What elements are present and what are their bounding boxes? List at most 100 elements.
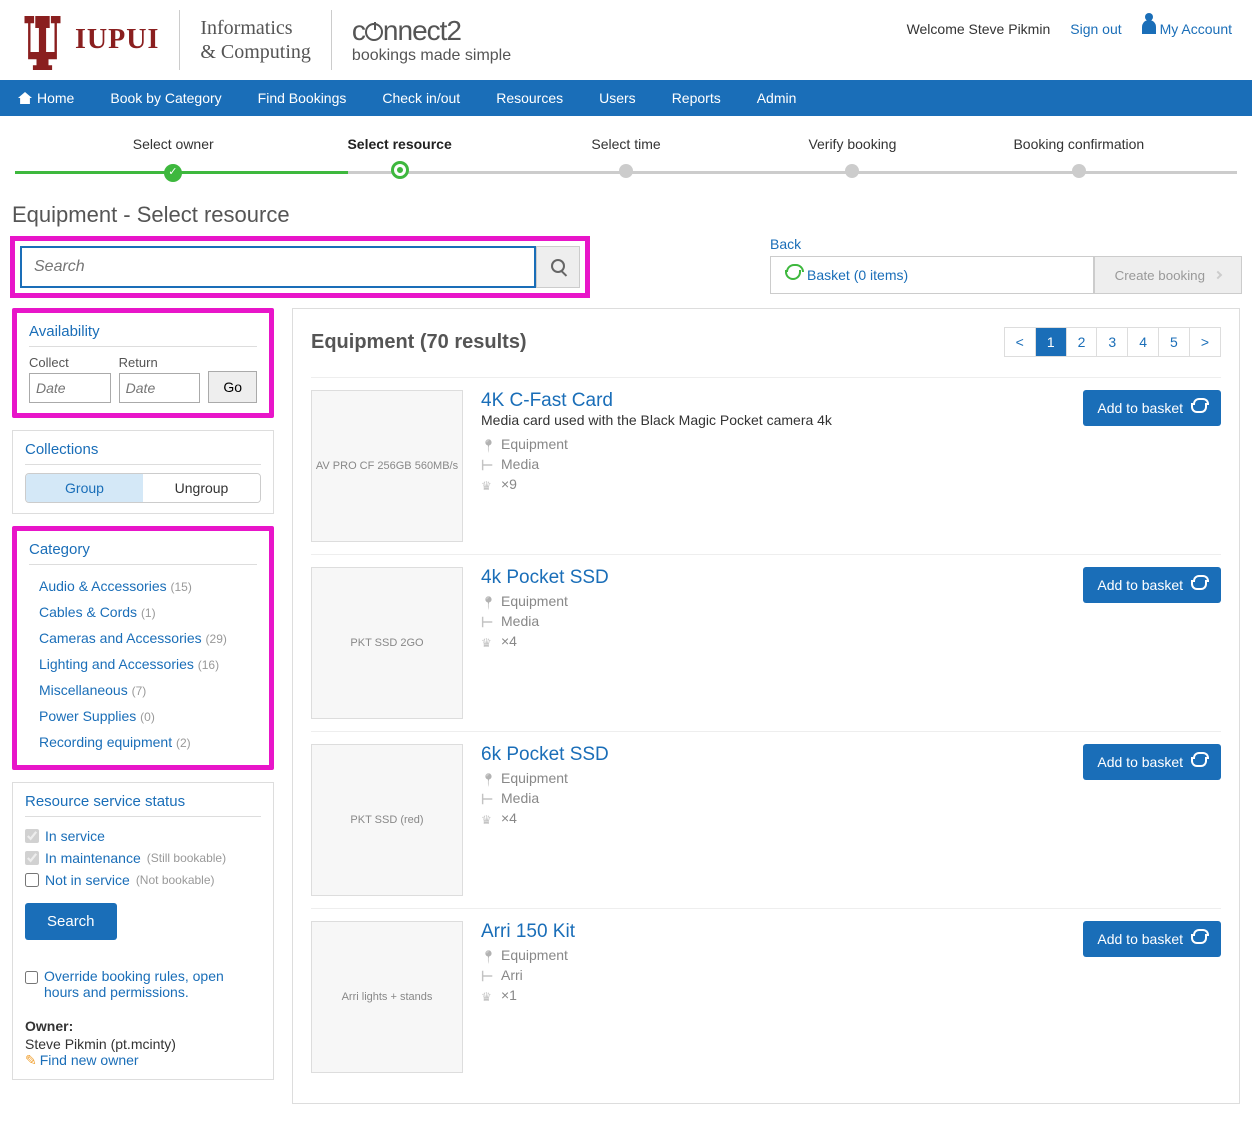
step-select-owner: Select owner — [60, 136, 286, 182]
step-select-resource: Select resource — [286, 136, 512, 182]
in-service-checkbox[interactable] — [25, 829, 39, 843]
item-thumbnail[interactable]: PKT SSD (red) — [311, 744, 463, 896]
home-icon — [18, 92, 32, 104]
pager-4[interactable]: 4 — [1127, 328, 1158, 356]
nav-resources[interactable]: Resources — [478, 80, 581, 116]
availability-title: Availability — [29, 323, 257, 347]
item-thumbnail[interactable]: Arri lights + stands — [311, 921, 463, 1073]
chevron-right-icon — [1214, 271, 1222, 279]
category-item[interactable]: Cables & Cords (1) — [29, 599, 257, 625]
item-title-link[interactable]: Arri 150 Kit — [481, 921, 575, 942]
location-icon — [481, 437, 495, 451]
nav-users[interactable]: Users — [581, 80, 654, 116]
pagination: < 1 2 3 4 5 > — [1004, 327, 1221, 357]
my-account-link[interactable]: My Account — [1142, 20, 1232, 37]
collect-date-input[interactable] — [29, 373, 111, 403]
main-nav: Home Book by Category Find Bookings Chec… — [0, 80, 1252, 116]
result-item: Arri lights + stands Arri 150 Kit Equipm… — [311, 908, 1221, 1085]
sign-out-link[interactable]: Sign out — [1070, 21, 1121, 37]
category-item[interactable]: Recording equipment (2) — [29, 729, 257, 755]
category-item[interactable]: Lighting and Accessories (16) — [29, 651, 257, 677]
sidebar-search-button[interactable]: Search — [25, 903, 117, 940]
category-icon — [481, 968, 495, 982]
basket-icon — [1191, 934, 1207, 944]
item-thumbnail[interactable]: AV PRO CF 256GB 560MB/s — [311, 390, 463, 542]
category-icon — [481, 791, 495, 805]
find-new-owner-link[interactable]: ✎Find new owner — [25, 1052, 139, 1068]
status-panel: Resource service status In service In ma… — [12, 782, 274, 1080]
category-item[interactable]: Power Supplies (0) — [29, 703, 257, 729]
category-panel: Category Audio & Accessories (15) Cables… — [12, 526, 274, 770]
back-link[interactable]: Back — [770, 236, 1242, 252]
nav-reports[interactable]: Reports — [654, 80, 739, 116]
result-item: AV PRO CF 256GB 560MB/s 4K C-Fast Card M… — [311, 377, 1221, 554]
basket-icon — [1191, 757, 1207, 767]
results-title: Equipment (70 results) — [311, 331, 527, 354]
add-to-basket-button[interactable]: Add to basket — [1083, 744, 1221, 780]
owner-name: Steve Pikmin (pt.mcinty) — [25, 1036, 261, 1052]
in-service-link[interactable]: In service — [45, 828, 105, 844]
override-link[interactable]: Override booking rules, open hours and p… — [44, 968, 261, 1000]
search-input[interactable] — [20, 246, 536, 288]
pager-5[interactable]: 5 — [1158, 328, 1189, 356]
item-title-link[interactable]: 4k Pocket SSD — [481, 567, 609, 588]
pencil-icon: ✎ — [25, 1052, 37, 1068]
nav-book-by-category[interactable]: Book by Category — [92, 80, 239, 116]
return-label: Return — [119, 355, 201, 370]
pager-next[interactable]: > — [1189, 328, 1220, 356]
not-in-service-checkbox[interactable] — [25, 873, 39, 887]
connect2-logo: cnnect2 bookings made simple — [352, 16, 511, 64]
pager-2[interactable]: 2 — [1066, 328, 1097, 356]
location-icon — [481, 771, 495, 785]
nav-home[interactable]: Home — [0, 80, 92, 116]
progress-steps: Select owner Select resource Select time… — [0, 116, 1252, 182]
item-description: Media card used with the Black Magic Poc… — [481, 412, 1065, 428]
return-date-input[interactable] — [119, 373, 201, 403]
category-item[interactable]: Cameras and Accessories (29) — [29, 625, 257, 651]
override-checkbox[interactable] — [25, 971, 38, 984]
iu-trident-icon — [15, 10, 70, 70]
nav-find-bookings[interactable]: Find Bookings — [240, 80, 365, 116]
pager-3[interactable]: 3 — [1096, 328, 1127, 356]
basket-link[interactable]: Basket (0 items) — [770, 256, 1094, 294]
add-to-basket-button[interactable]: Add to basket — [1083, 567, 1221, 603]
quantity-icon — [481, 477, 495, 491]
add-to-basket-button[interactable]: Add to basket — [1083, 921, 1221, 957]
search-highlight — [10, 236, 590, 298]
location-icon — [481, 948, 495, 962]
category-icon — [481, 457, 495, 471]
status-title: Resource service status — [25, 793, 261, 817]
result-item: PKT SSD 2GO 4k Pocket SSD Equipment Medi… — [311, 554, 1221, 731]
item-thumbnail[interactable]: PKT SSD 2GO — [311, 567, 463, 719]
search-button[interactable] — [536, 246, 580, 288]
item-title-link[interactable]: 6k Pocket SSD — [481, 744, 609, 765]
create-booking-button[interactable]: Create booking — [1094, 256, 1242, 294]
group-toggle[interactable]: Group — [26, 474, 143, 502]
iupui-logo: IUPUI — [15, 10, 159, 70]
add-to-basket-button[interactable]: Add to basket — [1083, 390, 1221, 426]
nav-check-in-out[interactable]: Check in/out — [364, 80, 478, 116]
availability-panel: Availability Collect Return Go — [12, 308, 274, 418]
basket-icon — [1191, 403, 1207, 413]
pager-prev[interactable]: < — [1005, 328, 1035, 356]
basket-icon — [785, 270, 801, 280]
ungroup-toggle[interactable]: Ungroup — [143, 474, 260, 502]
category-item[interactable]: Audio & Accessories (15) — [29, 573, 257, 599]
in-maintenance-link[interactable]: In maintenance — [45, 850, 141, 866]
nav-admin[interactable]: Admin — [739, 80, 815, 116]
category-title: Category — [29, 541, 257, 565]
category-item[interactable]: Miscellaneous (7) — [29, 677, 257, 703]
availability-go-button[interactable]: Go — [208, 371, 257, 403]
owner-label: Owner: — [25, 1018, 261, 1034]
not-in-service-link[interactable]: Not in service — [45, 872, 130, 888]
item-title-link[interactable]: 4K C-Fast Card — [481, 390, 613, 411]
step-select-time: Select time — [513, 136, 739, 182]
location-icon — [481, 594, 495, 608]
in-maintenance-checkbox[interactable] — [25, 851, 39, 865]
sidebar: Availability Collect Return Go Collectio… — [12, 308, 274, 1104]
pager-1[interactable]: 1 — [1035, 328, 1066, 356]
step-booking-confirmation: Booking confirmation — [966, 136, 1192, 182]
user-icon — [1142, 20, 1156, 34]
results-panel: Equipment (70 results) < 1 2 3 4 5 > AV … — [292, 308, 1240, 1104]
collect-label: Collect — [29, 355, 111, 370]
